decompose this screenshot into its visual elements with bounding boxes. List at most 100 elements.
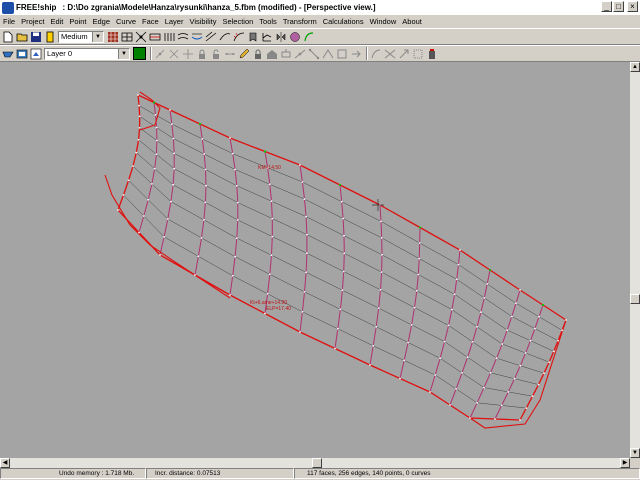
control-point[interactable]	[268, 183, 271, 186]
control-point[interactable]	[418, 226, 422, 229]
control-point[interactable]	[469, 417, 471, 419]
scroll-up-icon[interactable]: ▲	[630, 62, 640, 72]
control-point[interactable]	[339, 308, 342, 311]
save-icon[interactable]	[30, 31, 42, 43]
control-point[interactable]	[205, 184, 207, 187]
scroll-left-icon[interactable]: ◀	[0, 458, 10, 468]
perspective-viewport[interactable]: KM+14,50 Kt+6.ame+14.90 ELP=17.40	[0, 62, 630, 458]
control-point[interactable]	[529, 339, 532, 342]
control-point[interactable]	[455, 278, 458, 281]
control-point[interactable]	[495, 357, 498, 360]
delete-point-icon[interactable]	[168, 48, 180, 60]
control-point[interactable]	[447, 324, 450, 327]
control-point[interactable]	[270, 254, 273, 257]
control-point[interactable]	[343, 234, 345, 237]
curvature-icon[interactable]	[233, 31, 245, 43]
unlock-point-icon[interactable]	[210, 48, 222, 60]
control-point[interactable]	[271, 217, 274, 220]
menu-face[interactable]: Face	[139, 17, 162, 26]
control-point[interactable]	[341, 289, 344, 292]
control-point[interactable]	[173, 167, 176, 170]
control-point[interactable]	[301, 310, 304, 313]
stations-icon[interactable]	[163, 31, 175, 43]
toolbar-grip-icon[interactable]	[426, 48, 438, 60]
hull-wireframe[interactable]: KM+14,50 Kt+6.ame+14.90 ELP=17.40	[0, 62, 630, 458]
menu-edge[interactable]: Edge	[89, 17, 113, 26]
flip-normals-icon[interactable]	[350, 48, 362, 60]
freeship-app-icon[interactable]	[2, 1, 14, 14]
control-point[interactable]	[169, 109, 171, 111]
control-point[interactable]	[266, 292, 269, 295]
lock-point-icon[interactable]	[196, 48, 208, 60]
control-point[interactable]	[340, 200, 343, 203]
control-point[interactable]	[156, 139, 158, 142]
control-point[interactable]	[127, 179, 130, 182]
new-file-icon[interactable]	[2, 31, 14, 43]
menu-project[interactable]: Project	[18, 17, 47, 26]
control-point[interactable]	[561, 329, 563, 332]
shade-icon[interactable]	[289, 31, 301, 43]
control-point[interactable]	[507, 391, 510, 393]
insert-point-icon[interactable]	[154, 48, 166, 60]
control-point[interactable]	[306, 252, 308, 255]
control-point[interactable]	[515, 302, 517, 305]
chevron-down-icon[interactable]: ▼	[92, 31, 103, 42]
lock-icon[interactable]	[252, 48, 264, 60]
maximize-button[interactable]: □	[613, 1, 624, 12]
collapse-point-icon[interactable]	[182, 48, 194, 60]
control-point[interactable]	[200, 237, 203, 239]
control-point[interactable]	[338, 183, 342, 187]
control-point[interactable]	[235, 184, 238, 187]
control-point[interactable]	[342, 217, 344, 220]
control-point[interactable]	[500, 404, 503, 407]
control-point[interactable]	[494, 418, 496, 420]
control-point[interactable]	[486, 283, 489, 285]
control-point[interactable]	[379, 288, 382, 291]
control-point[interactable]	[173, 152, 176, 155]
control-point[interactable]	[488, 268, 492, 272]
vertical-scrollbar[interactable]: ▲ ▼	[630, 62, 640, 458]
control-point[interactable]	[152, 101, 156, 104]
control-point[interactable]	[451, 308, 453, 311]
control-point[interactable]	[443, 340, 446, 343]
control-point[interactable]	[476, 325, 478, 328]
open-folder-icon[interactable]	[16, 31, 28, 43]
control-point[interactable]	[270, 200, 273, 203]
home-icon[interactable]	[266, 48, 278, 60]
scroll-down-icon[interactable]: ▼	[630, 448, 640, 458]
control-point[interactable]	[534, 327, 536, 330]
control-point[interactable]	[489, 371, 492, 374]
control-point[interactable]	[552, 350, 555, 353]
control-point[interactable]	[138, 115, 141, 118]
control-point[interactable]	[264, 312, 266, 315]
horizontal-scroll-thumb[interactable]	[312, 458, 322, 468]
menu-visibility[interactable]: Visibility	[186, 17, 219, 26]
control-point[interactable]	[342, 270, 345, 273]
control-point[interactable]	[142, 215, 145, 217]
control-point[interactable]	[306, 233, 308, 236]
menu-edit[interactable]: Edit	[47, 17, 66, 26]
hull-control-points[interactable]	[117, 94, 567, 421]
control-point[interactable]	[519, 419, 521, 421]
control-point[interactable]	[236, 219, 239, 221]
control-point[interactable]	[303, 198, 306, 201]
scroll-right-icon[interactable]: ▶	[620, 458, 630, 468]
control-point[interactable]	[557, 339, 559, 342]
control-point[interactable]	[537, 383, 540, 386]
control-point[interactable]	[459, 249, 461, 251]
hydrostatics-icon[interactable]	[261, 31, 273, 43]
control-point[interactable]	[455, 388, 457, 390]
layer-color-swatch[interactable]	[133, 47, 146, 60]
control-point[interactable]	[343, 252, 346, 255]
menu-curve[interactable]: Curve	[113, 17, 139, 26]
deselect-icon[interactable]	[412, 48, 424, 60]
control-point[interactable]	[380, 220, 382, 223]
control-point[interactable]	[403, 359, 406, 362]
control-point[interactable]	[235, 237, 238, 240]
interior-edges-icon[interactable]	[149, 31, 161, 43]
control-point[interactable]	[461, 372, 463, 374]
intersect-icon[interactable]	[384, 48, 396, 60]
control-point[interactable]	[457, 263, 460, 266]
control-point[interactable]	[375, 325, 378, 328]
control-point[interactable]	[399, 377, 401, 380]
